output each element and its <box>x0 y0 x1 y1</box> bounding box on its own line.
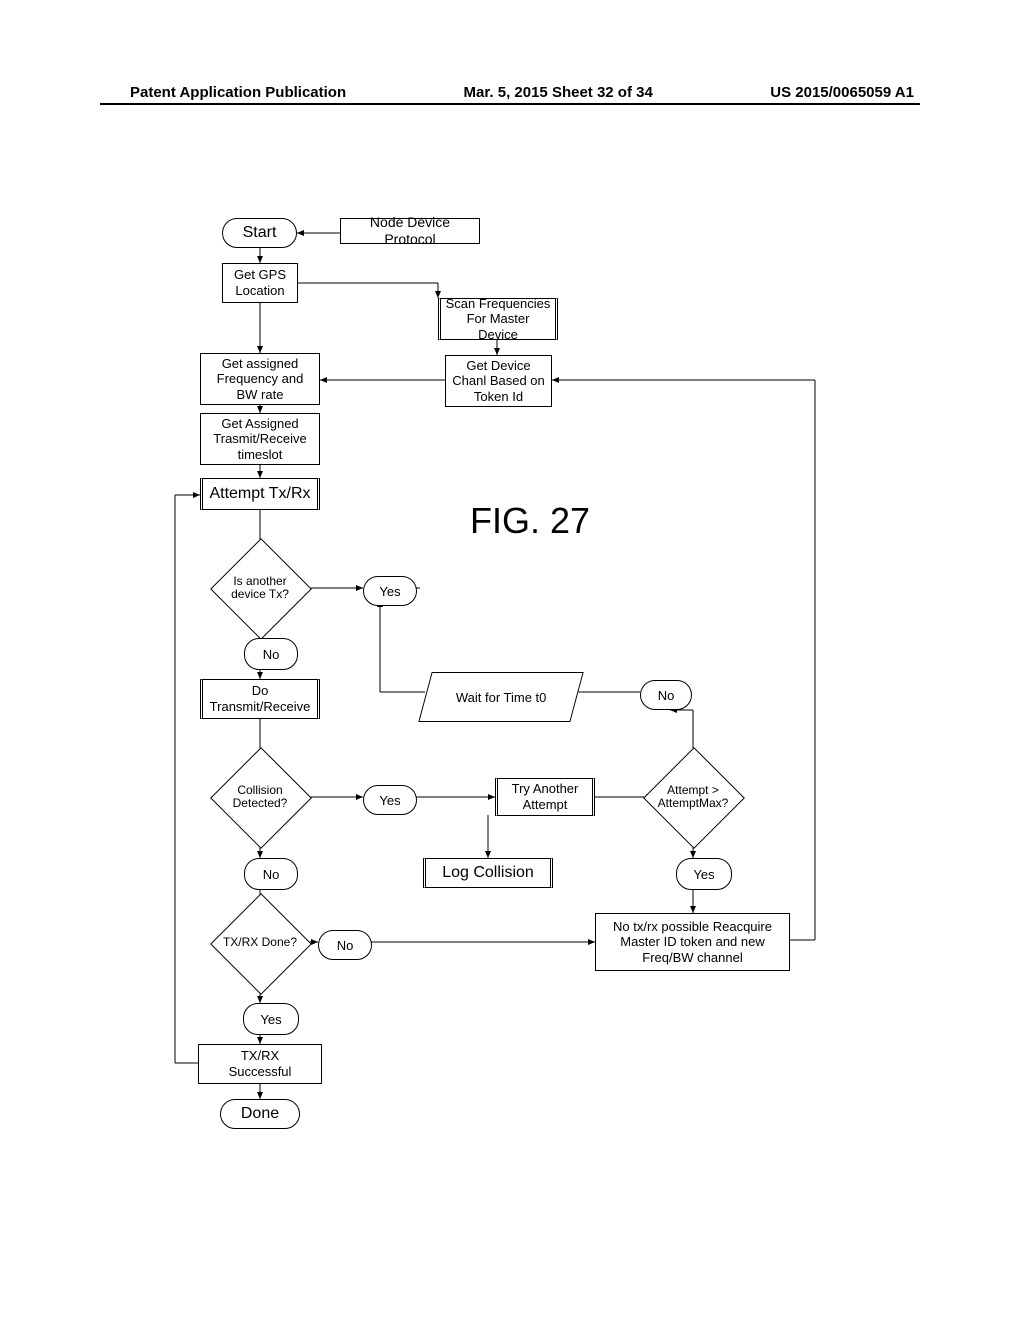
start-terminator: Start <box>222 218 297 248</box>
collision-detected-decision: Collision Detected? <box>210 762 310 832</box>
scan-frequencies-box: Scan Frequencies For Master Device <box>438 298 558 340</box>
header-center: Mar. 5, 2015 Sheet 32 of 34 <box>464 84 653 101</box>
no-pill-max: No <box>640 680 692 710</box>
get-device-chanl-box: Get Device Chanl Based on Token Id <box>445 355 552 407</box>
page-header: Patent Application Publication Mar. 5, 2… <box>0 84 1024 101</box>
get-assigned-timeslot-box: Get Assigned Trasmit/Receive timeslot <box>200 413 320 465</box>
figure-label: FIG. 27 <box>470 500 590 542</box>
txrx-done-decision: TX/RX Done? <box>210 908 310 978</box>
yes-pill-max: Yes <box>676 858 732 890</box>
try-another-attempt-box: Try Another Attempt <box>495 778 595 816</box>
get-assigned-freq-box: Get assigned Frequency and BW rate <box>200 353 320 405</box>
log-collision-box: Log Collision <box>423 858 553 888</box>
no-pill-3: No <box>318 930 372 960</box>
txrx-successful-box: TX/RX Successful <box>198 1044 322 1084</box>
header-right: US 2015/0065059 A1 <box>770 84 914 101</box>
yes-pill-1: Yes <box>363 576 417 606</box>
no-pill-2: No <box>244 858 298 890</box>
attempt-txrx-box: Attempt Tx/Rx <box>200 478 320 510</box>
do-transmit-receive-box: Do Transmit/Receive <box>200 679 320 719</box>
yes-pill-3: Yes <box>243 1003 299 1035</box>
is-another-device-tx-decision: Is another device Tx? <box>210 553 310 623</box>
header-divider <box>100 103 920 105</box>
node-device-protocol-box: Node Device Protocol <box>340 218 480 244</box>
flowchart-connectors <box>0 0 1024 1320</box>
get-gps-box: Get GPS Location <box>222 263 298 303</box>
done-terminator: Done <box>220 1099 300 1129</box>
wait-for-time-parallelogram: Wait for Time t0 <box>418 672 583 722</box>
header-left: Patent Application Publication <box>130 84 346 101</box>
no-txrx-possible-box: No tx/rx possible Reacquire Master ID to… <box>595 913 790 971</box>
yes-pill-2: Yes <box>363 785 417 815</box>
attempt-max-decision: Attempt > AttemptMax? <box>643 762 743 832</box>
no-pill-1: No <box>244 638 298 670</box>
